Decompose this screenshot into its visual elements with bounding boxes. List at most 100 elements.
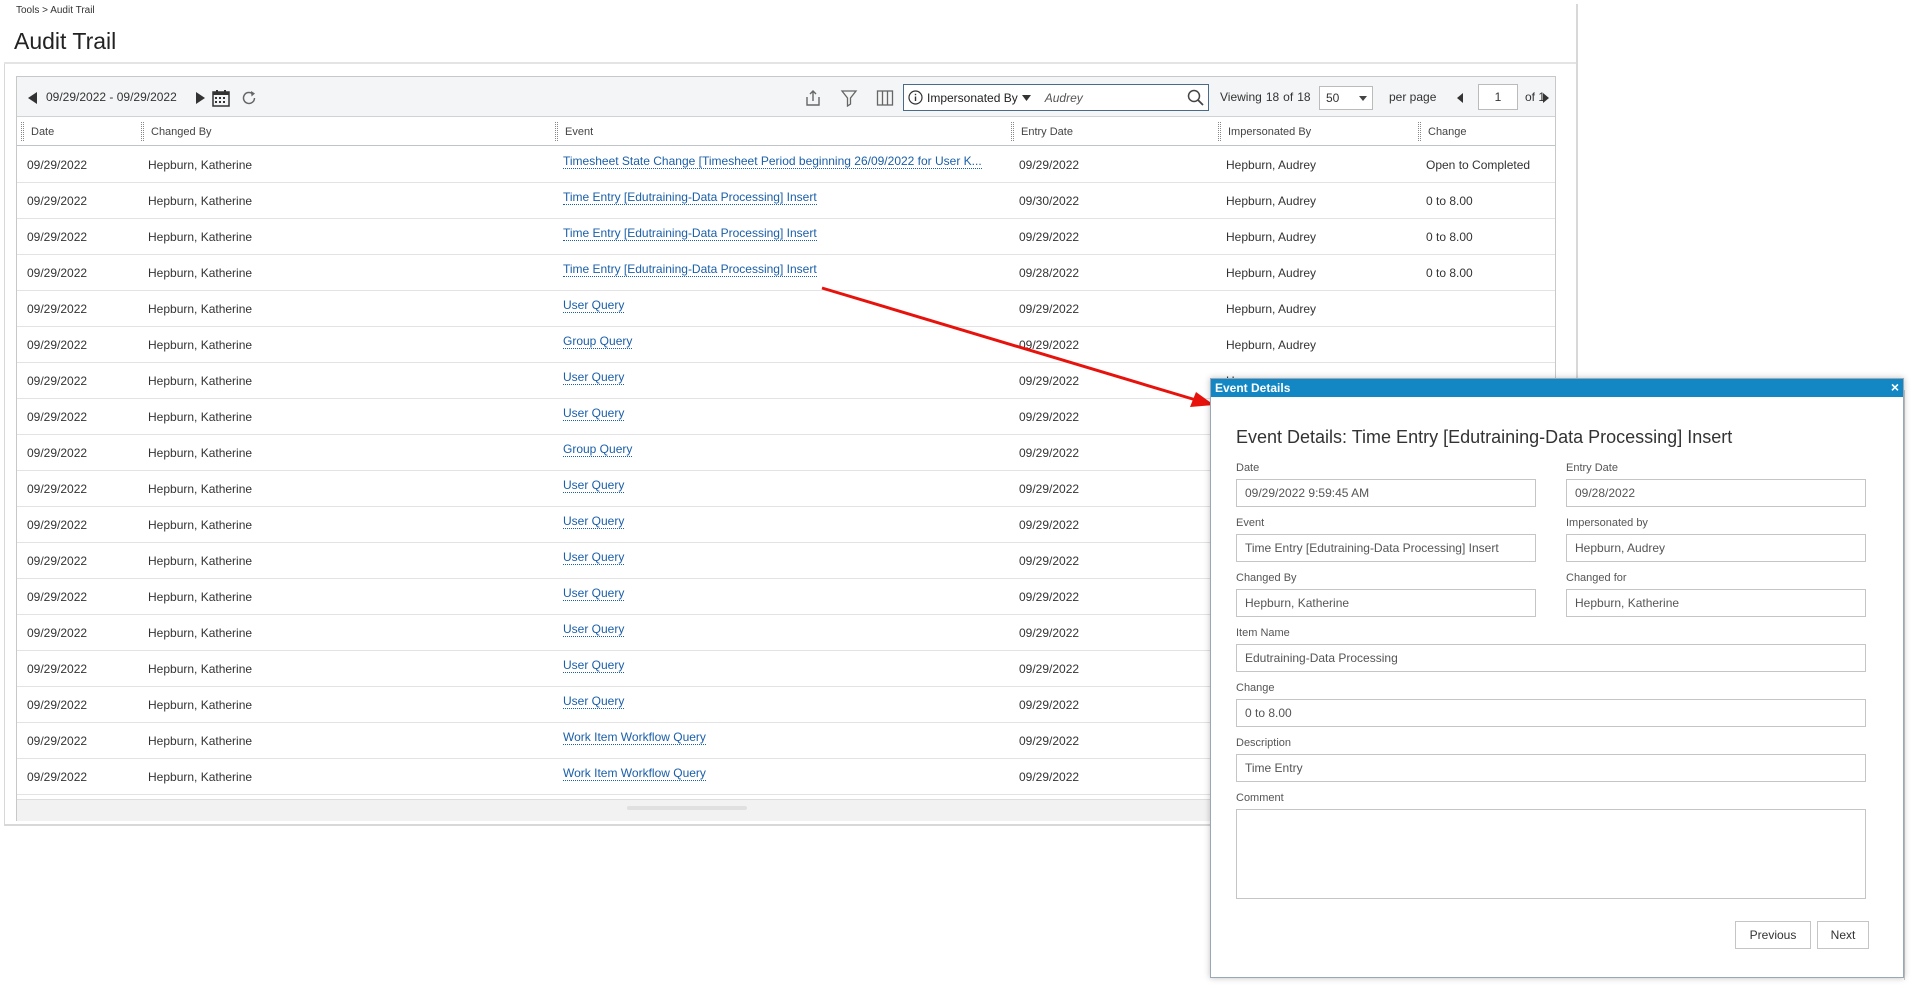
table-row[interactable]: 09/29/2022 Hepburn, Katherine Timesheet St… [17,147,1555,183]
cell-event[interactable]: Group Query [563,435,1007,471]
cell-changed-by: Hepburn, Katherine [148,327,548,363]
table-row[interactable]: 09/29/2022 Hepburn, Katherine Time Entry [… [17,183,1555,219]
entry-date-label: Entry Date [1566,462,1618,474]
col-header-date[interactable]: Date [17,117,137,146]
event-link[interactable]: Work Item Workflow Query [563,766,706,781]
prev-arrow-icon[interactable] [23,88,43,108]
next-arrow-icon[interactable] [190,88,210,108]
event-link[interactable]: Group Query [563,442,633,457]
table-row[interactable]: 09/29/2022 Hepburn, Katherine Time Entry [… [17,255,1555,291]
event-link[interactable]: User Query [563,550,625,565]
filter-icon[interactable] [839,88,859,108]
column-grip[interactable] [555,122,558,141]
search-icon[interactable] [1187,89,1204,111]
cell-entry-date: 09/28/2022 [1019,255,1209,291]
cell-event[interactable]: User Query [563,399,1007,435]
cell-event[interactable]: Time Entry [Edutraining-Data Processing]… [563,255,1007,291]
cell-date: 09/29/2022 [27,435,137,471]
export-icon[interactable] [803,88,823,108]
of-label: of [1283,90,1294,104]
col-header-impersonated-by[interactable]: Impersonated By [1214,117,1414,146]
item-name-field[interactable]: Edutraining-Data Processing [1236,644,1866,672]
table-row[interactable]: 09/29/2022 Hepburn, Katherine User Query 09… [17,291,1555,327]
column-grip[interactable] [1218,122,1221,141]
cell-text: Hepburn, Audrey [1226,266,1317,280]
cell-text: 0 to 8.00 [1426,230,1473,244]
cell-event[interactable]: Work Item Workflow Query [563,723,1007,759]
event-link[interactable]: User Query [563,658,625,673]
event-link[interactable]: User Query [563,622,625,637]
column-grip[interactable] [141,122,144,141]
previous-button[interactable]: Previous [1735,921,1811,949]
event-link[interactable]: Time Entry [Edutraining-Data Processing]… [563,262,817,277]
cell-event[interactable]: User Query [563,471,1007,507]
cell-event[interactable]: User Query [563,363,1007,399]
page-number-input[interactable]: 1 [1478,84,1518,110]
event-link[interactable]: User Query [563,406,625,421]
changed-for-field[interactable]: Hepburn, Katherine [1566,589,1866,617]
cell-event[interactable]: User Query [563,651,1007,687]
event-link[interactable]: User Query [563,694,625,709]
cell-impersonated-by: Hepburn, Audrey [1226,147,1411,183]
next-button[interactable]: Next [1817,921,1869,949]
columns-icon[interactable] [875,88,895,108]
search-field-selector[interactable]: Impersonated By [908,90,1031,105]
event-link[interactable]: Time Entry [Edutraining-Data Processing]… [563,190,817,205]
event-link[interactable]: User Query [563,514,625,529]
change-field[interactable]: 0 to 8.00 [1236,699,1866,727]
event-link[interactable]: Work Item Workflow Query [563,730,706,745]
entry-date-field[interactable]: 09/28/2022 [1566,479,1866,507]
col-header-change[interactable]: Change [1414,117,1557,146]
cell-event[interactable]: Time Entry [Edutraining-Data Processing]… [563,183,1007,219]
close-icon[interactable]: × [1891,380,1899,395]
cell-event[interactable]: User Query [563,687,1007,723]
horizontal-scrollbar[interactable] [627,806,747,810]
cell-text: Hepburn, Katherine [148,230,253,244]
page-next-icon[interactable] [1539,88,1553,108]
cell-event[interactable]: User Query [563,615,1007,651]
event-field[interactable]: Time Entry [Edutraining-Data Processing]… [1236,534,1536,562]
calendar-icon[interactable] [211,88,231,108]
cell-text: 0 to 8.00 [1426,194,1473,208]
event-link[interactable]: User Query [563,478,625,493]
comment-textarea[interactable] [1236,809,1866,899]
cell-text: 09/29/2022 [27,734,88,748]
event-link[interactable]: Time Entry [Edutraining-Data Processing]… [563,226,817,241]
cell-event[interactable]: Group Query [563,327,1007,363]
column-grip[interactable] [1011,122,1014,141]
date-range[interactable]: 09/29/2022 - 09/29/2022 [46,77,177,117]
cell-event[interactable]: Timesheet State Change [Timesheet Period… [563,147,1007,183]
col-header-event[interactable]: Event [551,117,1007,146]
modal-title: Event Details: Time Entry [Edutraining-D… [1236,427,1733,447]
column-grip[interactable] [1418,122,1421,141]
table-row[interactable]: 09/29/2022 Hepburn, Katherine Time Entry [… [17,219,1555,255]
refresh-icon[interactable] [239,88,259,108]
per-page-select[interactable]: 50 [1319,86,1373,110]
search-input[interactable]: Audrey [1045,91,1083,105]
page-prev-icon[interactable] [1453,88,1467,108]
cell-text: Hepburn, Katherine [148,410,253,424]
impersonated-by-field[interactable]: Hepburn, Audrey [1566,534,1866,562]
event-link[interactable]: Timesheet State Change [Timesheet Period… [563,154,982,169]
cell-event[interactable]: User Query [563,579,1007,615]
cell-event[interactable]: User Query [563,507,1007,543]
event-link[interactable]: Group Query [563,334,633,349]
cell-event[interactable]: Work Item Workflow Query [563,759,1007,795]
col-header-changed-by[interactable]: Changed By [137,117,551,146]
description-field[interactable]: Time Entry [1236,754,1866,782]
per-page-value: 50 [1326,91,1340,105]
search-box[interactable]: Impersonated By Audrey [903,84,1209,111]
cell-event[interactable]: User Query [563,543,1007,579]
cell-event[interactable]: User Query [563,291,1007,327]
table-row[interactable]: 09/29/2022 Hepburn, Katherine Group Query 0… [17,327,1555,363]
cell-changed-by: Hepburn, Katherine [148,543,548,579]
column-grip[interactable] [21,122,24,141]
date-field[interactable]: 09/29/2022 9:59:45 AM [1236,479,1536,507]
cell-event[interactable]: Time Entry [Edutraining-Data Processing]… [563,219,1007,255]
col-header-entry-date[interactable]: Entry Date [1007,117,1214,146]
event-link[interactable]: User Query [563,370,625,385]
event-link[interactable]: User Query [563,586,625,601]
cell-text: Hepburn, Katherine [148,590,253,604]
event-link[interactable]: User Query [563,298,625,313]
changed-by-field[interactable]: Hepburn, Katherine [1236,589,1536,617]
